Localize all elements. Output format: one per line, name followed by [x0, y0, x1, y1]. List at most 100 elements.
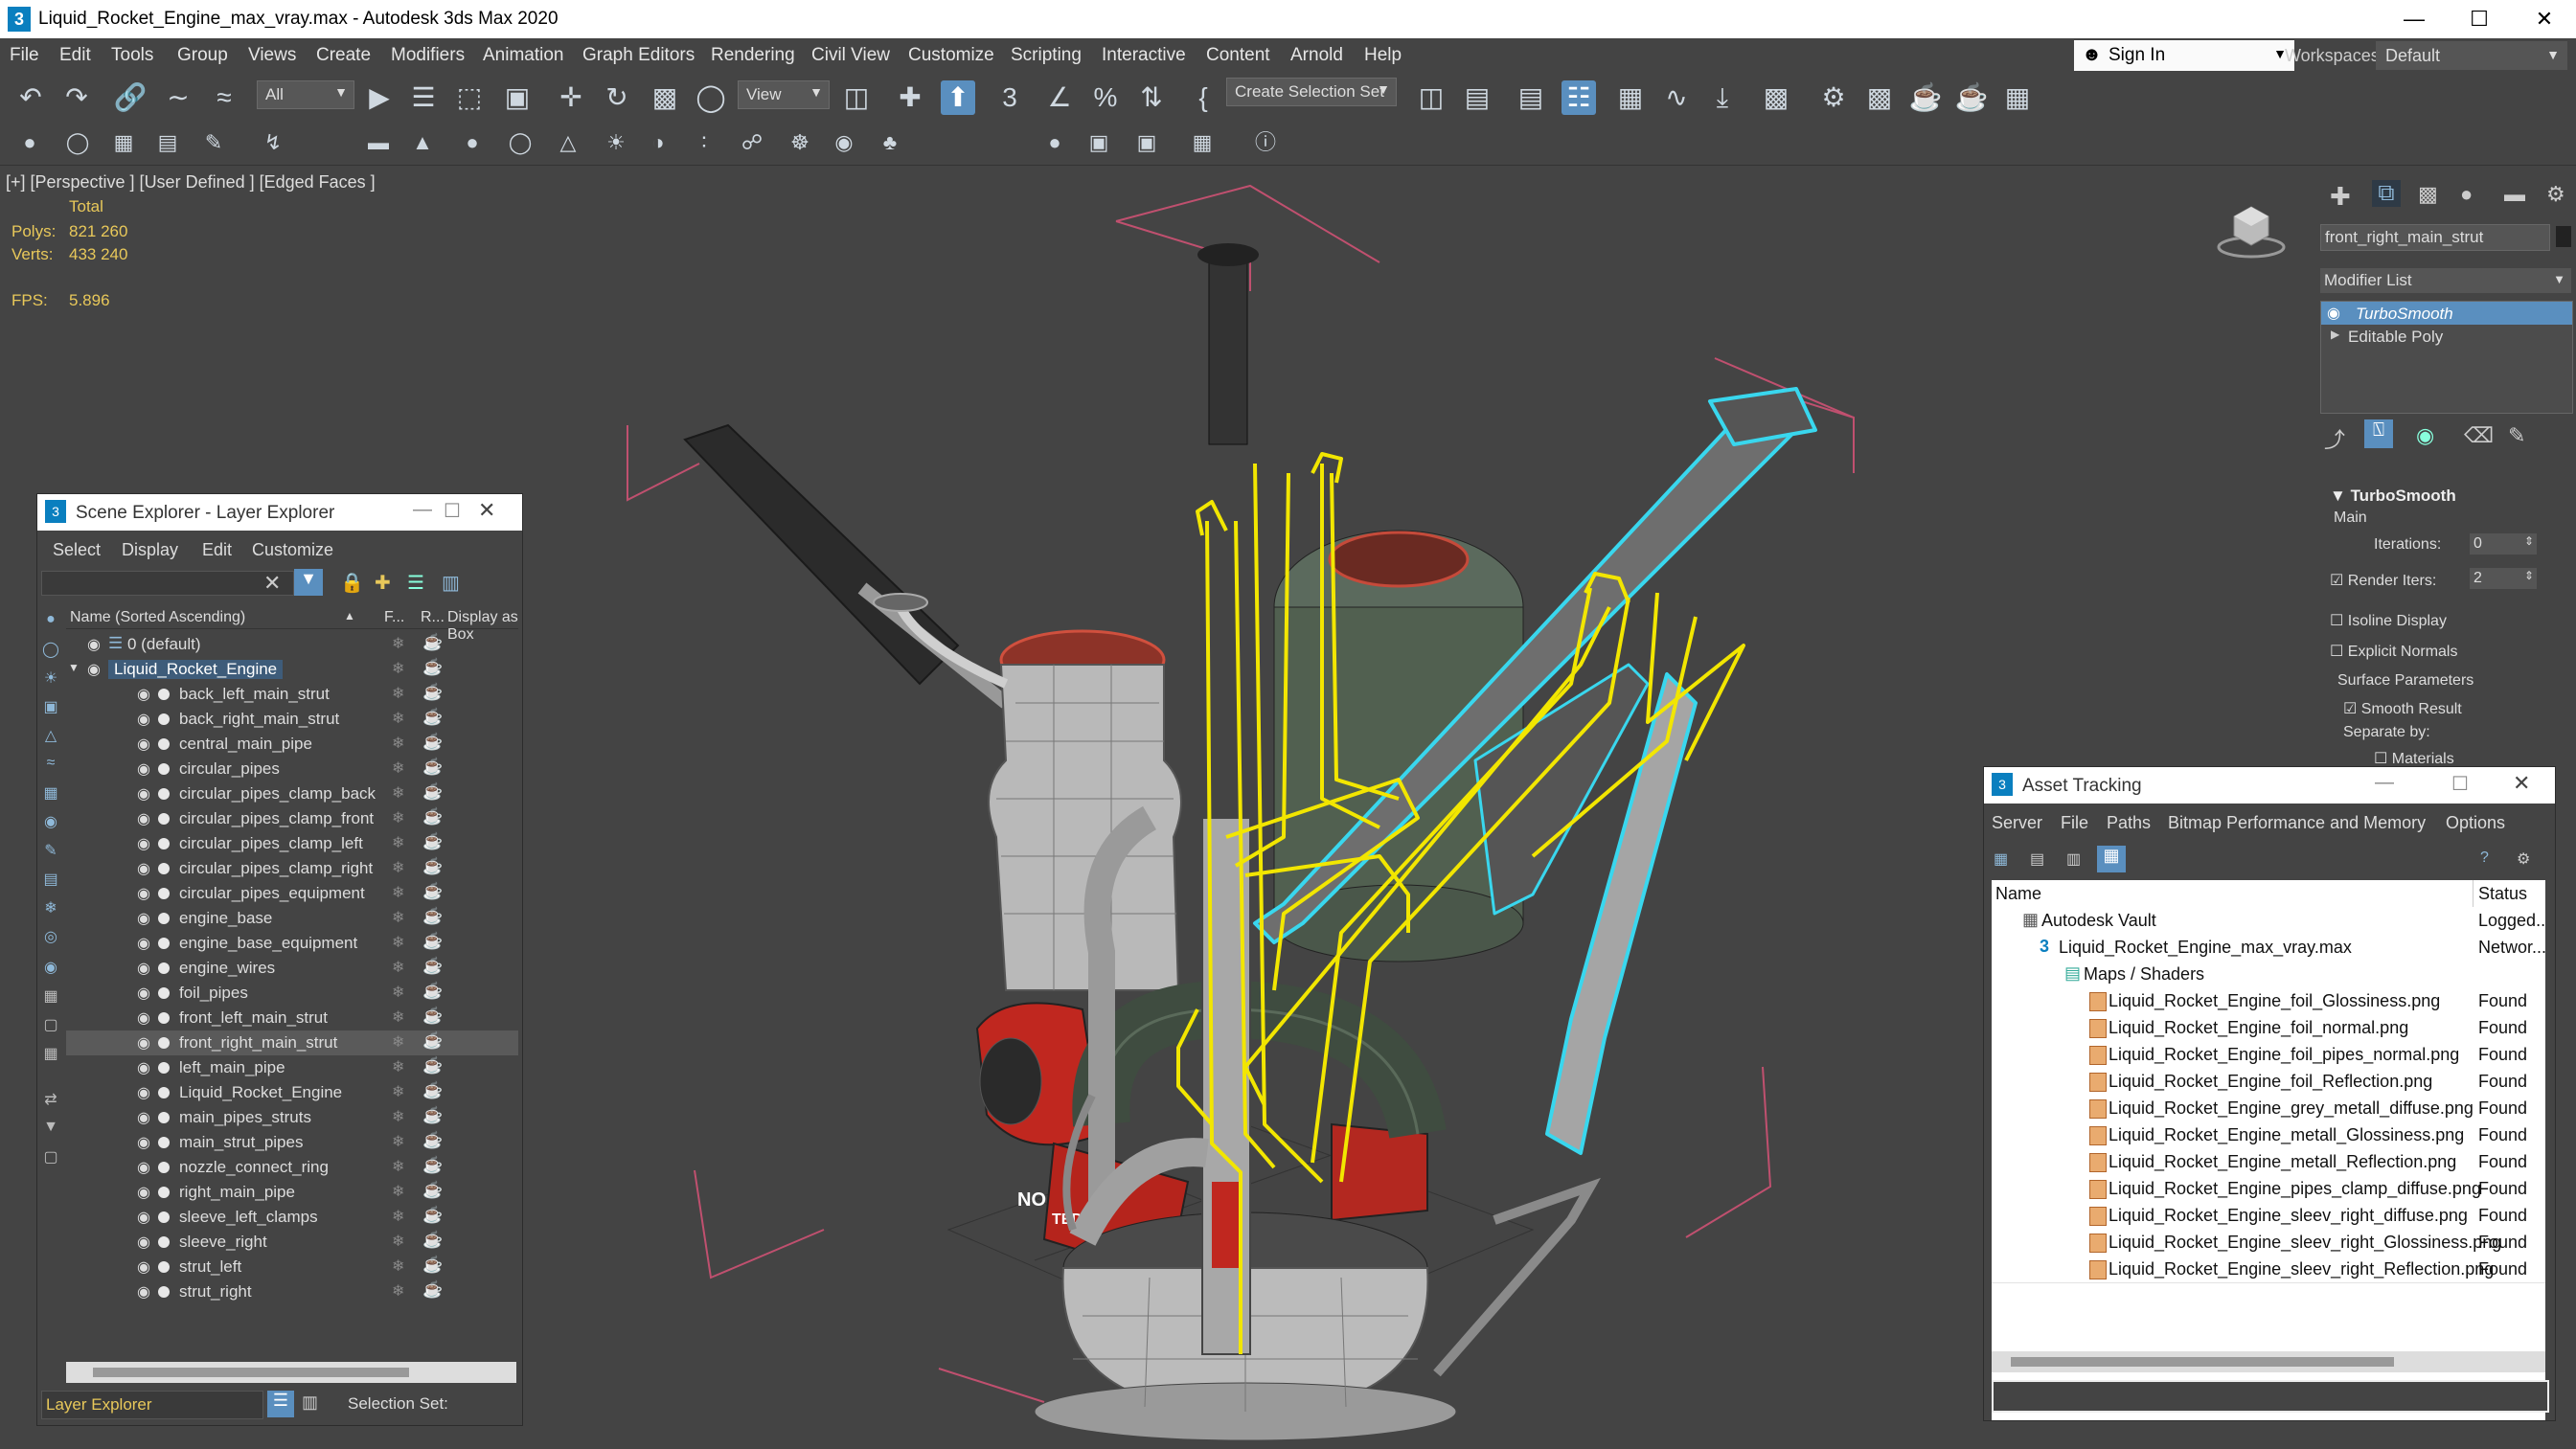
- scene-search-input[interactable]: [41, 571, 294, 596]
- pin-stack-icon[interactable]: ⤴: [2324, 423, 2345, 454]
- scene-object-row[interactable]: ◉ foil_pipes ❄ ☕: [66, 981, 518, 1006]
- teapot-icon[interactable]: ☕: [422, 1156, 443, 1175]
- teapot-icon[interactable]: ☕: [422, 907, 443, 926]
- eye-icon[interactable]: ◉: [137, 809, 150, 828]
- scene-object-row[interactable]: ◉ circular_pipes_clamp_right ❄ ☕: [66, 856, 518, 881]
- minimize-button[interactable]: —: [2385, 0, 2443, 38]
- eye-icon[interactable]: ◉: [137, 909, 150, 928]
- asset-menu-bitmap[interactable]: Bitmap Performance and Memory: [2168, 813, 2426, 833]
- maximize-button[interactable]: ☐: [2451, 0, 2508, 38]
- asset-row[interactable]: Liquid_Rocket_Engine_metall_Glossiness.p…: [1992, 1121, 2545, 1149]
- column-renderable[interactable]: R...: [421, 609, 445, 626]
- eye-icon[interactable]: ◉: [137, 1208, 150, 1227]
- move-icon[interactable]: ✛: [554, 80, 588, 115]
- freeze-icon[interactable]: ❄: [392, 1107, 404, 1126]
- eye-icon[interactable]: ◉: [137, 934, 150, 953]
- eye-icon[interactable]: ◉: [137, 884, 150, 903]
- scene-object-row[interactable]: ◉ main_strut_pipes ❄ ☕: [66, 1130, 518, 1155]
- eye-icon[interactable]: ◉: [137, 1233, 150, 1252]
- freeze-icon[interactable]: ❄: [392, 734, 404, 753]
- curve-editor-icon[interactable]: ∿: [1659, 80, 1694, 115]
- display-bones-icon[interactable]: ✎: [40, 841, 61, 862]
- freeze-icon[interactable]: ❄: [392, 833, 404, 852]
- display-shapes-icon[interactable]: ◯: [40, 640, 61, 661]
- hierarchy-explorer-icon[interactable]: ▥: [302, 1392, 318, 1413]
- scene-object-row[interactable]: ◉ circular_pipes_equipment ❄ ☕: [66, 881, 518, 906]
- menu-modifiers[interactable]: Modifiers: [391, 45, 465, 66]
- unlink-icon[interactable]: ∼: [161, 80, 195, 115]
- menu-content[interactable]: Content: [1206, 45, 1270, 66]
- eye-icon[interactable]: ◉: [137, 784, 150, 804]
- scene-object-row[interactable]: ◉ engine_base_equipment ❄ ☕: [66, 931, 518, 956]
- freeze-icon[interactable]: ❄: [392, 1132, 404, 1151]
- scene-menu-display[interactable]: Display: [122, 540, 178, 560]
- globe-icon[interactable]: ◉: [830, 128, 858, 157]
- percent-snap-icon[interactable]: %: [1088, 80, 1123, 115]
- menu-arnold[interactable]: Arnold: [1290, 45, 1343, 66]
- teapot-icon[interactable]: ☕: [422, 1131, 443, 1150]
- viewport-label[interactable]: [+] [Perspective ] [User Defined ] [Edge…: [6, 172, 376, 192]
- display-lights-icon[interactable]: ☀: [40, 668, 61, 690]
- menu-scripting[interactable]: Scripting: [1011, 45, 1082, 66]
- torus-icon[interactable]: ◯: [506, 128, 535, 157]
- utilities-tab-icon[interactable]: ⚙: [2546, 182, 2565, 207]
- folder-icon[interactable]: ▢: [40, 1147, 61, 1168]
- display-geometry-icon[interactable]: ●: [40, 611, 61, 632]
- eye-icon[interactable]: ◉: [137, 735, 150, 754]
- rotate-icon[interactable]: ↻: [600, 80, 634, 115]
- teapot-icon[interactable]: ☕: [422, 1231, 443, 1250]
- layer-row-default[interactable]: ◉ ☰ 0 (default) ❄ ☕: [66, 632, 518, 657]
- show-end-result-icon[interactable]: ⍂: [2364, 419, 2393, 448]
- menu-group[interactable]: Group: [177, 45, 228, 66]
- freeze-icon[interactable]: ❄: [392, 1082, 404, 1101]
- plane-icon[interactable]: ▬: [364, 128, 393, 157]
- display-groups-icon[interactable]: ▦: [40, 783, 61, 804]
- teapot-icon[interactable]: ☕: [422, 1181, 443, 1200]
- eye-icon[interactable]: ◉: [137, 959, 150, 978]
- close-button[interactable]: ✕: [478, 498, 495, 523]
- help-icon[interactable]: ?: [2480, 849, 2489, 867]
- teapot-icon[interactable]: ☕: [422, 982, 443, 1001]
- minimize-button[interactable]: —: [413, 499, 432, 521]
- display-invert-icon[interactable]: ▦: [40, 1044, 61, 1065]
- asset-row[interactable]: Liquid_Rocket_Engine_grey_metall_diffuse…: [1992, 1095, 2545, 1122]
- render-production-icon[interactable]: ☕: [1908, 80, 1943, 115]
- menu-tools[interactable]: Tools: [111, 45, 153, 66]
- create-layer-icon[interactable]: ✚: [375, 571, 391, 595]
- freeze-icon[interactable]: ❄: [392, 709, 404, 728]
- freeze-icon[interactable]: ❄: [392, 659, 404, 678]
- chevron-down-icon[interactable]: ▼: [68, 661, 80, 674]
- workspaces-dropdown[interactable]: Default ▼: [2376, 41, 2567, 70]
- menu-graph-editors[interactable]: Graph Editors: [582, 45, 695, 66]
- asset-row[interactable]: ▤ Maps / Shaders: [1992, 961, 2545, 988]
- eye-icon[interactable]: ◉: [137, 1083, 150, 1102]
- minimize-button[interactable]: —: [2375, 772, 2394, 794]
- horizontal-scrollbar[interactable]: [1992, 1351, 2545, 1372]
- scene-object-row[interactable]: ◉ circular_pipes_clamp_left ❄ ☕: [66, 831, 518, 856]
- display-containers-icon[interactable]: ▤: [40, 870, 61, 891]
- teapot-icon[interactable]: ☕: [422, 807, 443, 826]
- render-setup-icon[interactable]: ⚙: [1816, 80, 1851, 115]
- helper-icon[interactable]: ↯: [259, 128, 287, 157]
- filter-icon[interactable]: ▼: [294, 569, 323, 596]
- scene-object-row[interactable]: ◉ front_right_main_strut ❄ ☕: [66, 1030, 518, 1055]
- freeze-icon[interactable]: ❄: [392, 634, 404, 653]
- modify-tab-icon[interactable]: ⧉: [2372, 180, 2401, 207]
- menu-file[interactable]: File: [10, 45, 39, 66]
- refresh-icon[interactable]: ▦: [1994, 849, 2008, 869]
- smooth-result-checkbox[interactable]: ☑ Smooth Result: [2343, 699, 2462, 718]
- eye-icon[interactable]: ◉: [2327, 304, 2340, 323]
- teapot-icon[interactable]: ☕: [422, 1256, 443, 1275]
- menu-help[interactable]: Help: [1364, 45, 1402, 66]
- rollout-turbosmooth[interactable]: ▼ TurboSmooth: [2330, 487, 2456, 506]
- layer-icon[interactable]: ▦: [109, 128, 138, 157]
- asset-row[interactable]: ▦ Autodesk Vault Logged...: [1992, 907, 2545, 935]
- freeze-icon[interactable]: ❄: [392, 933, 404, 952]
- scene-object-row[interactable]: ◉ strut_left ❄ ☕: [66, 1255, 518, 1279]
- teapot-icon[interactable]: ☕: [422, 782, 443, 802]
- scene-object-row[interactable]: ◉ sleeve_right ❄ ☕: [66, 1230, 518, 1255]
- create-shape-icon[interactable]: ◯: [63, 128, 92, 157]
- teapot-icon[interactable]: ☕: [422, 932, 443, 951]
- modifier-list-dropdown[interactable]: Modifier List ▼: [2320, 268, 2571, 293]
- eye-icon[interactable]: ◉: [87, 660, 101, 679]
